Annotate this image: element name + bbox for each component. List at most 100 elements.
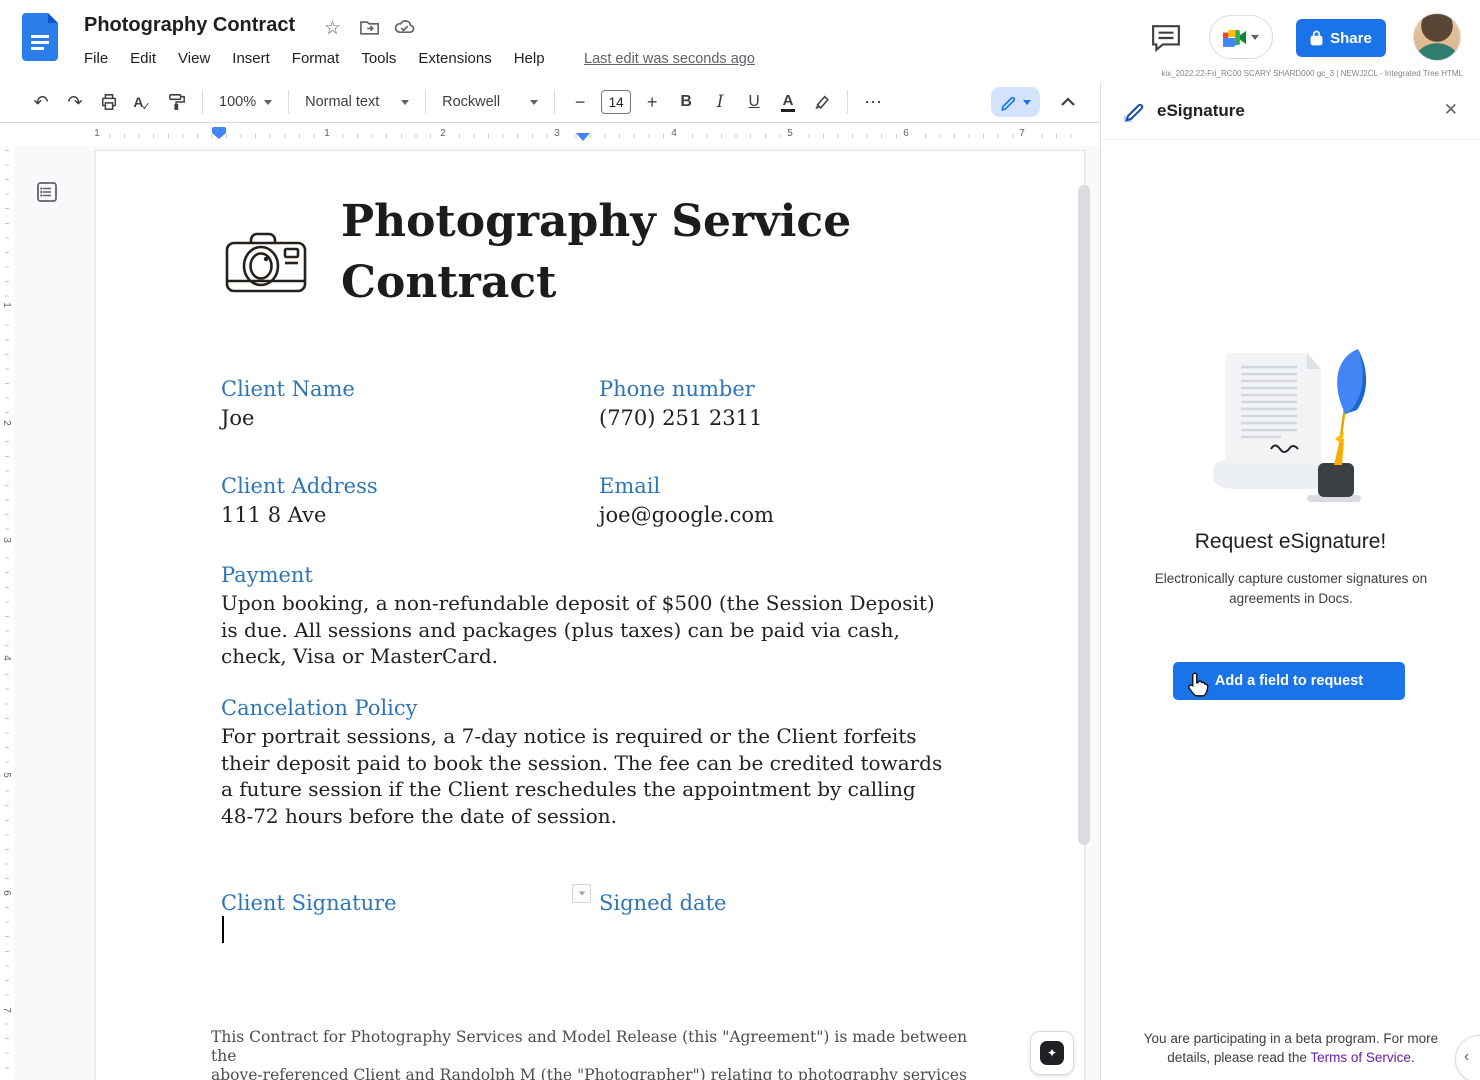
ruler-number: 1 (321, 128, 333, 139)
style-caret-icon (401, 100, 409, 105)
client-address-value[interactable]: 111 8 Ave (221, 503, 326, 527)
sidebar-title: eSignature (1157, 101, 1245, 121)
text-color-button[interactable]: A (774, 88, 802, 116)
meet-caret-icon (1251, 35, 1259, 40)
add-field-button[interactable]: Add a field to request (1173, 662, 1405, 700)
menu-help[interactable]: Help (503, 47, 556, 70)
request-esignature-headline: Request eSignature! (1101, 530, 1480, 554)
font-caret-icon (530, 100, 538, 105)
last-edit-link[interactable]: Last edit was seconds ago (584, 51, 755, 67)
highlighter-icon (813, 93, 831, 111)
document-outline-icon[interactable] (35, 180, 59, 204)
font-size-input[interactable]: 14 (601, 90, 631, 114)
zoom-caret-icon (264, 100, 272, 105)
sparkle-button[interactable]: ✦ (1030, 1031, 1074, 1075)
contract-footer-text[interactable]: This Contract for Photography Services a… (211, 1028, 971, 1080)
ruler-number: 6 (1, 887, 12, 899)
menu-view[interactable]: View (167, 47, 221, 70)
document-page[interactable]: Photography Service Contract Client Name… (95, 150, 1085, 1080)
spellcheck-check: ✓ (141, 100, 150, 113)
vertical-ruler: 1234567 (0, 124, 14, 1080)
client-name-label[interactable]: Client Name (221, 377, 355, 401)
phone-label[interactable]: Phone number (599, 377, 755, 401)
client-address-label[interactable]: Client Address (221, 474, 378, 498)
spellcheck-button[interactable]: A ✓ (129, 88, 157, 116)
menu-extensions[interactable]: Extensions (407, 47, 502, 70)
star-icon[interactable]: ☆ (324, 17, 341, 40)
underline-button[interactable]: U (740, 88, 768, 116)
paint-format-button[interactable] (163, 88, 191, 116)
bold-button[interactable]: B (672, 88, 700, 116)
close-icon[interactable]: ✕ (1444, 100, 1458, 120)
ruler-number: 4 (668, 128, 680, 139)
menu-file[interactable]: File (73, 47, 119, 70)
account-avatar[interactable] (1413, 13, 1461, 61)
document-heading[interactable]: Photography Service Contract (341, 191, 941, 313)
undo-button[interactable]: ↶ (27, 88, 55, 116)
signed-date-label[interactable]: Signed date (599, 891, 726, 915)
cancelation-body[interactable]: For portrait sessions, a 7-day notice is… (221, 723, 969, 829)
client-name-value[interactable]: Joe (221, 406, 255, 430)
signed-date-dropdown[interactable] (572, 884, 591, 903)
print-button[interactable] (95, 88, 123, 116)
menu-format[interactable]: Format (281, 47, 351, 70)
ruler-ticks (95, 134, 1085, 138)
italic-button[interactable]: I (706, 88, 734, 116)
move-folder-icon[interactable] (360, 19, 380, 36)
email-value[interactable]: joe@google.com (599, 503, 774, 527)
payment-heading[interactable]: Payment (221, 563, 313, 587)
esignature-sidebar: eSignature ✕ Request eSignature! Electro… (1100, 82, 1480, 1080)
esignature-illustration (1191, 347, 1391, 517)
left-indent-marker[interactable] (212, 127, 226, 139)
text-cursor (222, 916, 224, 943)
font-select[interactable]: Rockwell (434, 88, 546, 116)
meet-button[interactable] (1209, 15, 1273, 59)
cloud-status-icon[interactable] (394, 19, 415, 35)
redo-button[interactable]: ↷ (61, 88, 89, 116)
more-options-button[interactable]: ⋯ (859, 88, 887, 116)
comment-history-icon[interactable] (1151, 24, 1181, 52)
ruler-number: 7 (1016, 128, 1028, 139)
build-info-text: kix_2022.22-Fri_RC00 SCARY SHARD000 gc_3… (1161, 69, 1463, 78)
vertical-scrollbar[interactable] (1078, 185, 1090, 845)
indent-marker[interactable] (576, 133, 590, 141)
menu-edit[interactable]: Edit (119, 47, 167, 70)
ruler-number: 1 (91, 128, 103, 139)
ruler-number: 3 (1, 534, 12, 546)
menu-bar: File Edit View Insert Format Tools Exten… (73, 47, 556, 70)
phone-value[interactable]: (770) 251 2311 (599, 406, 762, 430)
mode-caret-icon (1023, 100, 1031, 105)
chevron-up-icon (1060, 97, 1076, 107)
share-button[interactable]: Share (1296, 19, 1386, 57)
payment-body[interactable]: Upon booking, a non-refundable deposit o… (221, 590, 969, 670)
beta-note-period: . (1411, 1050, 1415, 1065)
ruler-number: 2 (1, 417, 12, 429)
text-color-icon: A (781, 93, 795, 112)
cancelation-heading[interactable]: Cancelation Policy (221, 696, 418, 720)
print-icon (100, 93, 118, 111)
highlight-color-button[interactable] (808, 88, 836, 116)
esignature-description: Electronically capture customer signatur… (1131, 569, 1451, 609)
hide-menus-button[interactable] (1054, 88, 1082, 116)
ruler-number: 4 (1, 652, 12, 664)
horizontal-ruler: 11234567 (14, 124, 1100, 146)
lock-icon (1310, 30, 1323, 46)
toolbar-divider (202, 90, 203, 114)
formatting-toolbar: ↶ ↷ A ✓ 100% Normal text Rockwell − (0, 82, 1100, 123)
document-canvas: Photography Service Contract Client Name… (14, 146, 1100, 1080)
menu-insert[interactable]: Insert (221, 47, 281, 70)
client-signature-label[interactable]: Client Signature (221, 891, 397, 915)
document-title[interactable]: Photography Contract (84, 14, 295, 37)
chevron-left-icon: ‹ (1464, 1048, 1469, 1066)
docs-logo-icon[interactable] (22, 13, 58, 61)
terms-of-service-link[interactable]: Terms of Service (1310, 1050, 1411, 1065)
increase-font-size-button[interactable]: + (638, 88, 666, 116)
zoom-select[interactable]: 100% (211, 88, 280, 116)
menu-tools[interactable]: Tools (350, 47, 407, 70)
email-label[interactable]: Email (599, 474, 660, 498)
camera-image[interactable] (223, 223, 309, 301)
ruler-number: 5 (1, 769, 12, 781)
paragraph-style-select[interactable]: Normal text (297, 88, 417, 116)
decrease-font-size-button[interactable]: − (566, 88, 594, 116)
editing-mode-button[interactable] (991, 87, 1040, 117)
